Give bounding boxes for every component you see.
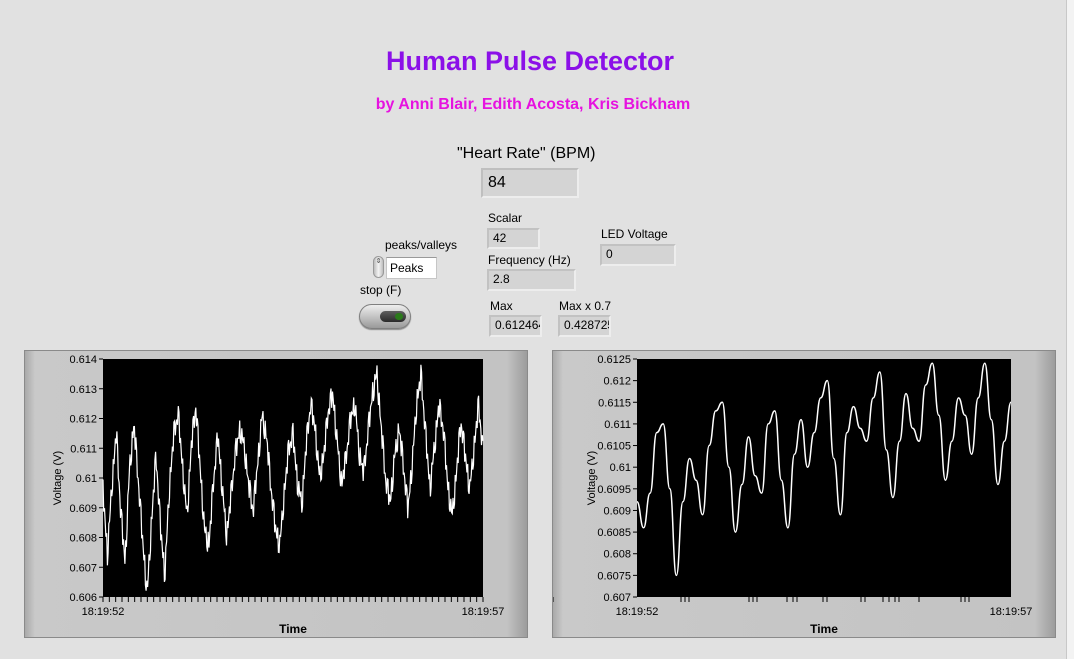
y-tick-label: 0.612 <box>69 414 97 426</box>
y-tick-label: 0.614 <box>69 354 97 366</box>
y-tick-label: 0.607 <box>603 592 631 604</box>
authors-subtitle: by Anni Blair, Edith Acosta, Kris Bickha… <box>375 96 691 113</box>
y-tick-label: 0.609 <box>69 503 97 515</box>
filtered-voltage-chart-svg: 0.607 0.6075 0.608 0.6085 0.609 0.6095 0.61 0.6… <box>553 354 1033 636</box>
y-tick-label: 0.6085 <box>597 527 631 539</box>
stop-label: stop (F) <box>360 283 402 297</box>
y-tick-label: 0.6125 <box>597 354 631 366</box>
y-tick-label: 0.607 <box>69 562 97 574</box>
y-axis-label: Voltage (V) <box>52 451 64 505</box>
raw-voltage-chart: 0.606 0.607 0.608 0.609 0.61 0.611 0.612 0.613 0… <box>24 350 528 638</box>
peaks-valleys-ring[interactable]: Peaks <box>386 257 437 279</box>
max-x07-indicator: 0.428725 <box>558 315 611 337</box>
scalar-indicator: 42 <box>487 228 540 249</box>
x-tick-label: 18:19:52 <box>616 606 659 618</box>
plot-area <box>103 359 483 597</box>
x-tick-label: 18:19:57 <box>990 606 1033 618</box>
y-tick-label: 0.608 <box>69 533 97 545</box>
y-tick-label: 0.6095 <box>597 484 631 496</box>
x-axis-label: Time <box>279 622 307 636</box>
x-tick-label: 18:19:52 <box>82 606 125 618</box>
window-scrollbar[interactable] <box>1066 0 1074 659</box>
led-voltage-label: LED Voltage <box>601 227 668 241</box>
max-x07-label: Max x 0.7 <box>559 299 612 313</box>
y-tick-label: 0.6105 <box>597 441 631 453</box>
x-tick-label: 18:19:57 <box>462 606 505 618</box>
page-title: Human Pulse Detector <box>385 46 675 76</box>
y-axis-label: Voltage (V) <box>586 451 598 505</box>
heart-rate-indicator: 84 <box>481 168 579 198</box>
y-tick-label: 0.6115 <box>598 397 631 409</box>
y-tick-label: 0.6075 <box>597 570 631 582</box>
frequency-indicator: 2.8 <box>487 269 576 291</box>
y-tick-label: 0.61 <box>610 462 631 474</box>
stop-led-icon <box>380 311 406 322</box>
scalar-label: Scalar <box>488 211 523 225</box>
y-tick-label: 0.606 <box>69 592 97 604</box>
stop-button[interactable] <box>359 304 411 329</box>
heart-rate-label: "Heart Rate" (BPM) <box>457 145 596 162</box>
raw-voltage-chart-svg: 0.606 0.607 0.608 0.609 0.61 0.611 0.612 0.613 0… <box>52 354 505 636</box>
plot-area <box>637 359 1011 597</box>
x-axis-label: Time <box>810 622 838 636</box>
y-tick-label: 0.609 <box>603 505 631 517</box>
frequency-label: Frequency (Hz) <box>488 253 571 267</box>
max-label: Max <box>490 299 513 313</box>
y-tick-label: 0.612 <box>603 376 631 388</box>
max-indicator: 0.612464 <box>489 315 542 337</box>
peaks-valleys-spinner[interactable]: ⇕ <box>373 256 384 278</box>
y-tick-label: 0.611 <box>604 419 631 431</box>
led-voltage-indicator: 0 <box>600 244 676 266</box>
y-tick-label: 0.613 <box>69 384 97 396</box>
peaks-valleys-label: peaks/valleys <box>385 238 458 252</box>
y-tick-label: 0.611 <box>70 443 97 455</box>
y-tick-label: 0.61 <box>76 473 97 485</box>
y-tick-label: 0.608 <box>603 549 631 561</box>
filtered-voltage-chart: 0.607 0.6075 0.608 0.6085 0.609 0.6095 0.61 0.6… <box>552 350 1056 638</box>
